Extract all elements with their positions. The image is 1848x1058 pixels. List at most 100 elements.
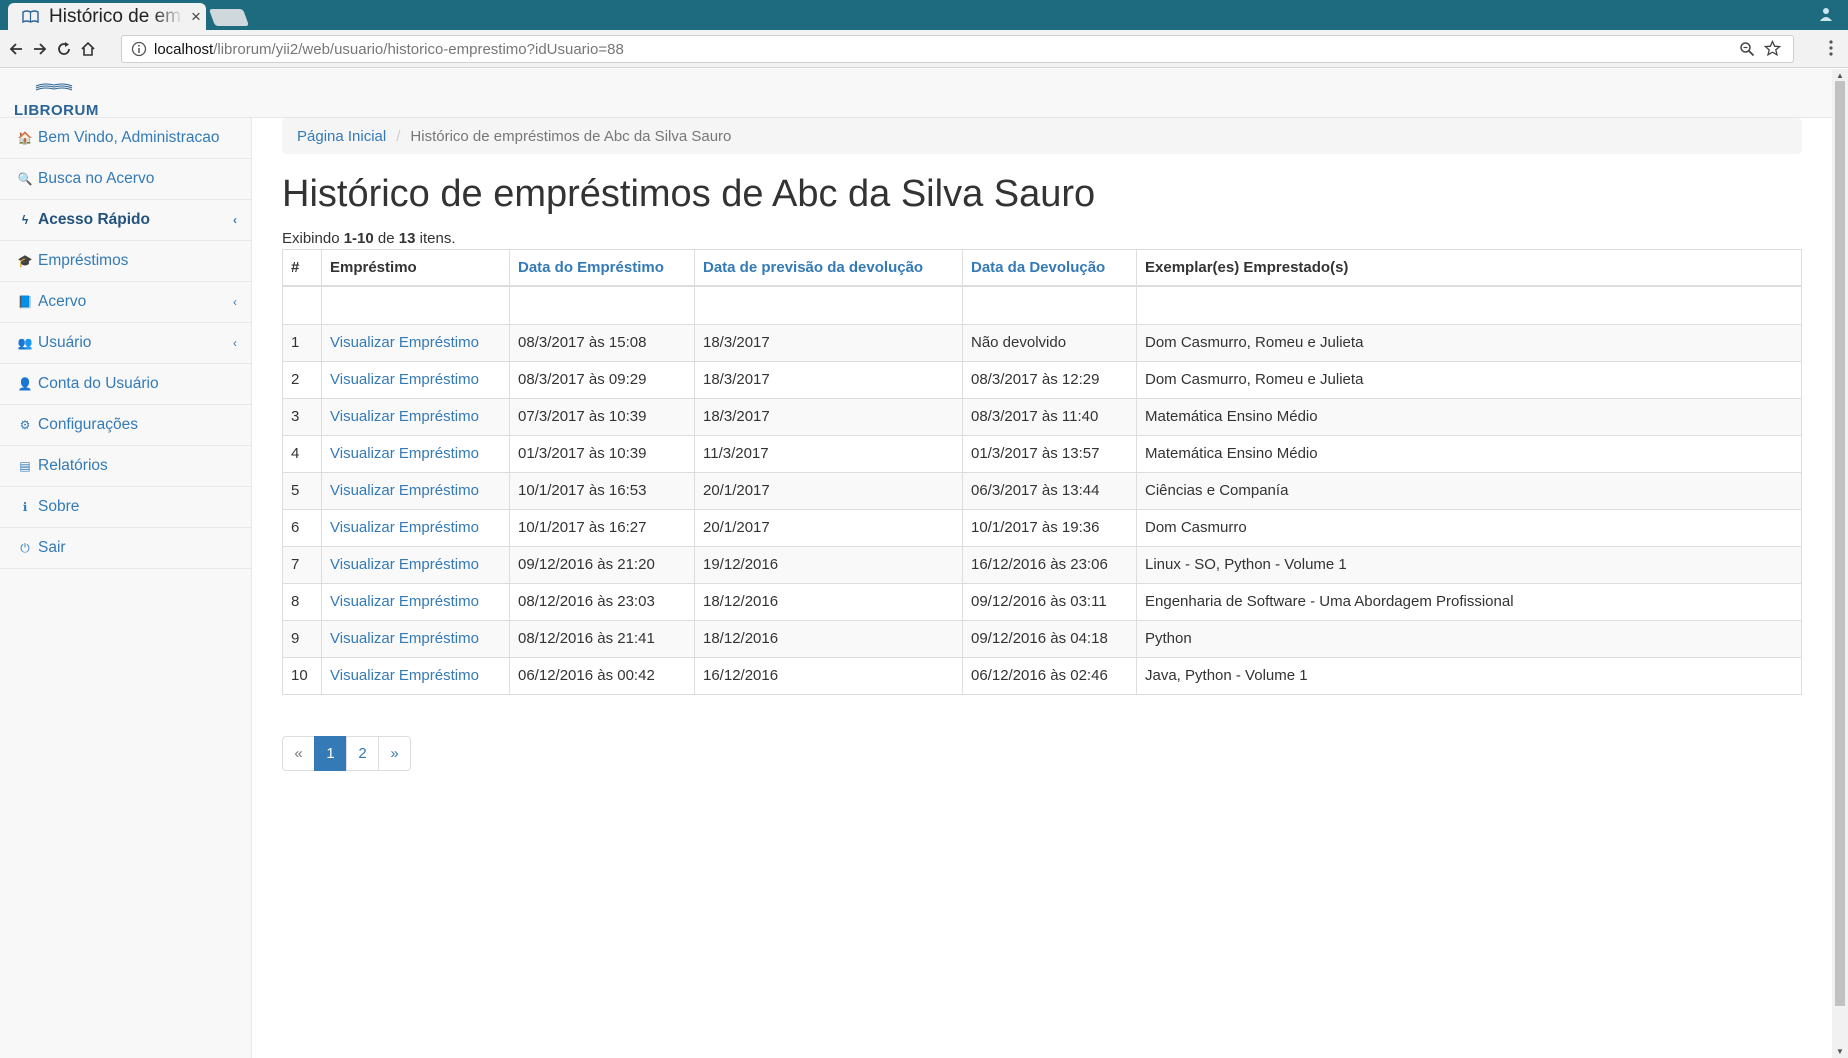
pagination: « 1 2 » bbox=[282, 735, 1802, 771]
chevron-left-icon[interactable]: ‹ bbox=[233, 336, 237, 350]
cell-loan-date: 09/12/2016 às 21:20 bbox=[509, 545, 695, 584]
back-button[interactable] bbox=[4, 37, 28, 61]
scroll-up-arrow-icon[interactable]: ▲ bbox=[1836, 71, 1844, 80]
info-icon[interactable] bbox=[131, 41, 147, 57]
cell-return-date: 09/12/2016 às 04:18 bbox=[962, 619, 1137, 658]
sidebar-item-label: Configurações bbox=[38, 416, 138, 433]
cell-return-date: 06/3/2017 às 13:44 bbox=[962, 471, 1137, 510]
browser-toolbar: localhost/librorum/yii2/web/usuario/hist… bbox=[0, 30, 1848, 68]
sidebar-item-sair[interactable]: ⏻ Sair bbox=[0, 528, 251, 569]
cell-expected-return-date: 18/12/2016 bbox=[694, 582, 963, 621]
filter-cell bbox=[962, 285, 1137, 325]
address-bar[interactable]: localhost/librorum/yii2/web/usuario/hist… bbox=[121, 35, 1794, 63]
cell-expected-return-date: 18/12/2016 bbox=[694, 619, 963, 658]
cell-row-index: 9 bbox=[282, 619, 322, 658]
breadcrumb-home-link[interactable]: Página Inicial bbox=[297, 128, 386, 145]
sidebar-item-emprestimos[interactable]: 🎓 Empréstimos bbox=[0, 241, 251, 282]
loan-history-table: # Empréstimo Data do Empréstimo Data de … bbox=[282, 248, 1802, 695]
column-header-expected-return[interactable]: Data de previsão da devolução bbox=[694, 248, 963, 288]
view-loan-link[interactable]: Visualizar Empréstimo bbox=[330, 408, 479, 425]
profile-icon[interactable] bbox=[1818, 6, 1834, 22]
cell-return-date: 08/3/2017 às 11:40 bbox=[962, 397, 1137, 436]
column-header-loan-date[interactable]: Data do Empréstimo bbox=[509, 248, 695, 288]
cell-row-index: 8 bbox=[282, 582, 322, 621]
sidebar: 🏠 Bem Vindo, Administracao 🔍 Busca no Acerv… bbox=[0, 118, 252, 1058]
breadcrumb-separator: / bbox=[396, 127, 401, 145]
view-loan-link[interactable]: Visualizar Empréstimo bbox=[330, 556, 479, 573]
view-loan-link[interactable]: Visualizar Empréstimo bbox=[330, 445, 479, 462]
sidebar-item-bem-vindo-administracao[interactable]: 🏠 Bem Vindo, Administracao bbox=[0, 118, 251, 159]
reload-button[interactable] bbox=[52, 37, 76, 61]
sidebar-item-label: Sair bbox=[38, 539, 66, 556]
pagination-prev[interactable]: « bbox=[282, 735, 315, 771]
reload-icon bbox=[58, 42, 70, 55]
pagination-next[interactable]: » bbox=[378, 735, 411, 771]
view-loan-link[interactable]: Visualizar Empréstimo bbox=[330, 593, 479, 610]
scroll-down-arrow-icon[interactable]: ▼ bbox=[1836, 1047, 1844, 1056]
cell-view-loan-link: Visualizar Empréstimo bbox=[321, 360, 510, 399]
home-button[interactable] bbox=[76, 37, 100, 61]
zoom-icon[interactable] bbox=[1739, 41, 1755, 57]
cell-expected-return-date: 11/3/2017 bbox=[694, 434, 963, 473]
view-loan-link[interactable]: Visualizar Empréstimo bbox=[330, 482, 479, 499]
table-row: 6 Visualizar Empréstimo 10/1/2017 às 16:27… bbox=[282, 508, 1802, 547]
new-tab-button[interactable] bbox=[208, 9, 250, 26]
cell-borrowed-copies: Matemática Ensino Médio bbox=[1136, 397, 1802, 436]
sidebar-item-usuario[interactable]: 👥 Usuário ‹ bbox=[0, 323, 251, 364]
forward-button[interactable] bbox=[28, 37, 52, 61]
view-loan-link[interactable]: Visualizar Empréstimo bbox=[330, 334, 479, 351]
view-loan-link[interactable]: Visualizar Empréstimo bbox=[330, 630, 479, 647]
sidebar-item-relatorios[interactable]: ▤ Relatórios bbox=[0, 446, 251, 487]
sidebar-item-label: Sobre bbox=[38, 498, 80, 515]
cell-view-loan-link: Visualizar Empréstimo bbox=[321, 582, 510, 621]
filter-cell bbox=[1136, 285, 1802, 325]
sidebar-item-label: Relatórios bbox=[38, 457, 108, 474]
column-header-return-date[interactable]: Data da Devolução bbox=[962, 248, 1137, 288]
cell-view-loan-link: Visualizar Empréstimo bbox=[321, 471, 510, 510]
view-loan-link[interactable]: Visualizar Empréstimo bbox=[330, 667, 479, 684]
table-row: 2 Visualizar Empréstimo 08/3/2017 às 09:29… bbox=[282, 360, 1802, 399]
summary-suffix: itens. bbox=[419, 229, 456, 247]
sidebar-item-label: Conta do Usuário bbox=[38, 375, 159, 392]
sidebar-item-sobre[interactable]: ℹ Sobre bbox=[0, 487, 251, 528]
scroll-thumb[interactable] bbox=[1835, 81, 1845, 1006]
cell-expected-return-date: 18/3/2017 bbox=[694, 323, 963, 362]
table-row: 10 Visualizar Empréstimo 06/12/2016 às 00:… bbox=[282, 656, 1802, 695]
url-host: localhost bbox=[154, 40, 214, 58]
browser-tab-active[interactable]: Histórico de empréstimos × bbox=[8, 3, 206, 30]
home-icon bbox=[81, 41, 95, 56]
cell-row-index: 10 bbox=[282, 656, 322, 695]
table-row: 8 Visualizar Empréstimo 08/12/2016 às 23:0… bbox=[282, 582, 1802, 621]
chevron-left-icon[interactable]: ‹ bbox=[233, 213, 237, 227]
sidebar-item-busca-no-acervo[interactable]: 🔍 Busca no Acervo bbox=[0, 159, 251, 200]
view-loan-link[interactable]: Visualizar Empréstimo bbox=[330, 371, 479, 388]
cell-row-index: 1 bbox=[282, 323, 322, 362]
table-row: 4 Visualizar Empréstimo 01/3/2017 às 10:39… bbox=[282, 434, 1802, 473]
sidebar-item-configuracoes[interactable]: ⚙ Configurações bbox=[0, 405, 251, 446]
arrow-right-icon bbox=[34, 43, 47, 55]
cell-loan-date: 08/12/2016 às 23:03 bbox=[509, 582, 695, 621]
browser-tabstrip: Histórico de empréstimos × bbox=[0, 0, 1848, 30]
close-icon[interactable]: × bbox=[191, 7, 201, 27]
cell-view-loan-link: Visualizar Empréstimo bbox=[321, 656, 510, 695]
bookmark-star-icon[interactable] bbox=[1764, 40, 1781, 57]
sidebar-item-conta-do-usuario[interactable]: 👤 Conta do Usuário bbox=[0, 364, 251, 405]
summary-range: 1-10 bbox=[343, 229, 374, 247]
browser-menu-icon[interactable] bbox=[1828, 39, 1834, 57]
cell-view-loan-link: Visualizar Empréstimo bbox=[321, 434, 510, 473]
chevron-left-icon[interactable]: ‹ bbox=[233, 295, 237, 309]
cell-loan-date: 08/3/2017 às 09:29 bbox=[509, 360, 695, 399]
pagination-page-1[interactable]: 1 bbox=[314, 735, 347, 771]
flash-icon: ϟ bbox=[21, 213, 29, 227]
page-title: Histórico de empréstimos de Abc da Silva… bbox=[282, 173, 1096, 215]
page-scrollbar[interactable]: ▲ ▼ bbox=[1832, 69, 1848, 1058]
grid-summary: Exibindo 1-10 de 13 itens. bbox=[282, 230, 1802, 247]
pagination-page-2[interactable]: 2 bbox=[346, 735, 379, 771]
librorum-logo[interactable] bbox=[14, 82, 94, 100]
main-content: Página Inicial / Histórico de empréstimo… bbox=[282, 118, 1802, 771]
sidebar-item-acesso-rapido[interactable]: ϟ Acesso Rápido ‹ bbox=[0, 200, 251, 241]
column-header-loan: Empréstimo bbox=[321, 248, 510, 288]
view-loan-link[interactable]: Visualizar Empréstimo bbox=[330, 519, 479, 536]
sidebar-item-acervo[interactable]: 📘 Acervo ‹ bbox=[0, 282, 251, 323]
arrow-left-icon bbox=[9, 43, 22, 55]
